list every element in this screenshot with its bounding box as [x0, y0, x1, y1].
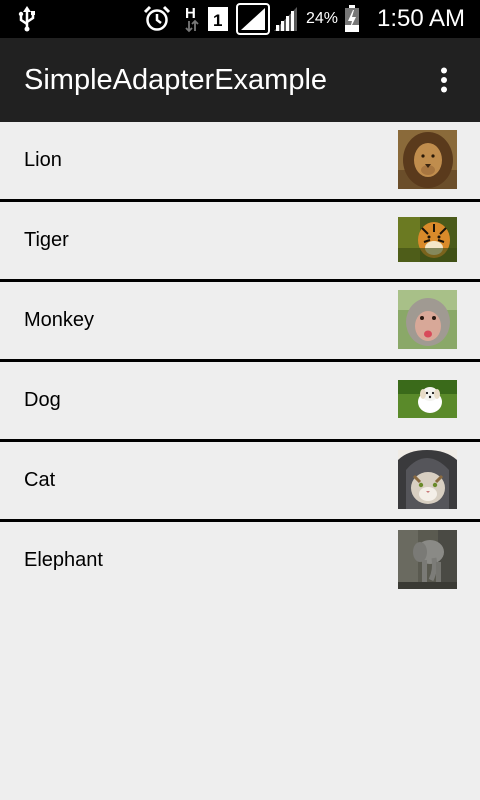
battery-percent: 24% — [305, 10, 339, 27]
sim-1-icon: 1 — [207, 0, 229, 38]
list-item-label: Dog — [24, 389, 61, 411]
overflow-menu-icon — [441, 67, 447, 93]
h-data-icon: H — [183, 0, 201, 38]
list-item-label: Cat — [24, 469, 56, 491]
app-title: SimpleAdapterExample — [24, 64, 328, 96]
lion-image — [398, 130, 457, 189]
elephant-image — [398, 530, 457, 589]
clock: 1:50 AM — [376, 5, 466, 32]
alarm-icon — [143, 0, 171, 38]
list-item-label: Monkey — [24, 309, 95, 331]
list-item-lion[interactable]: Lion — [0, 122, 480, 202]
list-item-elephant[interactable]: Elephant — [0, 522, 480, 599]
overflow-menu-button[interactable] — [424, 60, 464, 100]
usb-icon — [16, 0, 38, 38]
list-item-label: Tiger — [24, 229, 69, 251]
monkey-image — [398, 290, 457, 349]
list-item-monkey[interactable]: Monkey — [0, 282, 480, 362]
signal-2-icon — [273, 0, 299, 38]
animal-list: Lion Tiger Monkey Dog Cat Elephant — [0, 122, 480, 599]
svg-text:H: H — [185, 5, 196, 22]
list-item-dog[interactable]: Dog — [0, 362, 480, 442]
battery-charging-icon — [342, 0, 362, 38]
svg-text:1: 1 — [213, 11, 222, 30]
list-item-label: Elephant — [24, 549, 103, 571]
signal-1-icon — [235, 0, 271, 38]
tiger-image — [398, 210, 457, 269]
app-bar: SimpleAdapterExample — [0, 38, 480, 122]
dog-image — [398, 370, 457, 429]
status-bar: H 1 24% 1:50 AM — [0, 0, 480, 38]
cat-image — [398, 450, 457, 509]
list-item-cat[interactable]: Cat — [0, 442, 480, 522]
list-item-label: Lion — [24, 149, 62, 171]
list-item-tiger[interactable]: Tiger — [0, 202, 480, 282]
